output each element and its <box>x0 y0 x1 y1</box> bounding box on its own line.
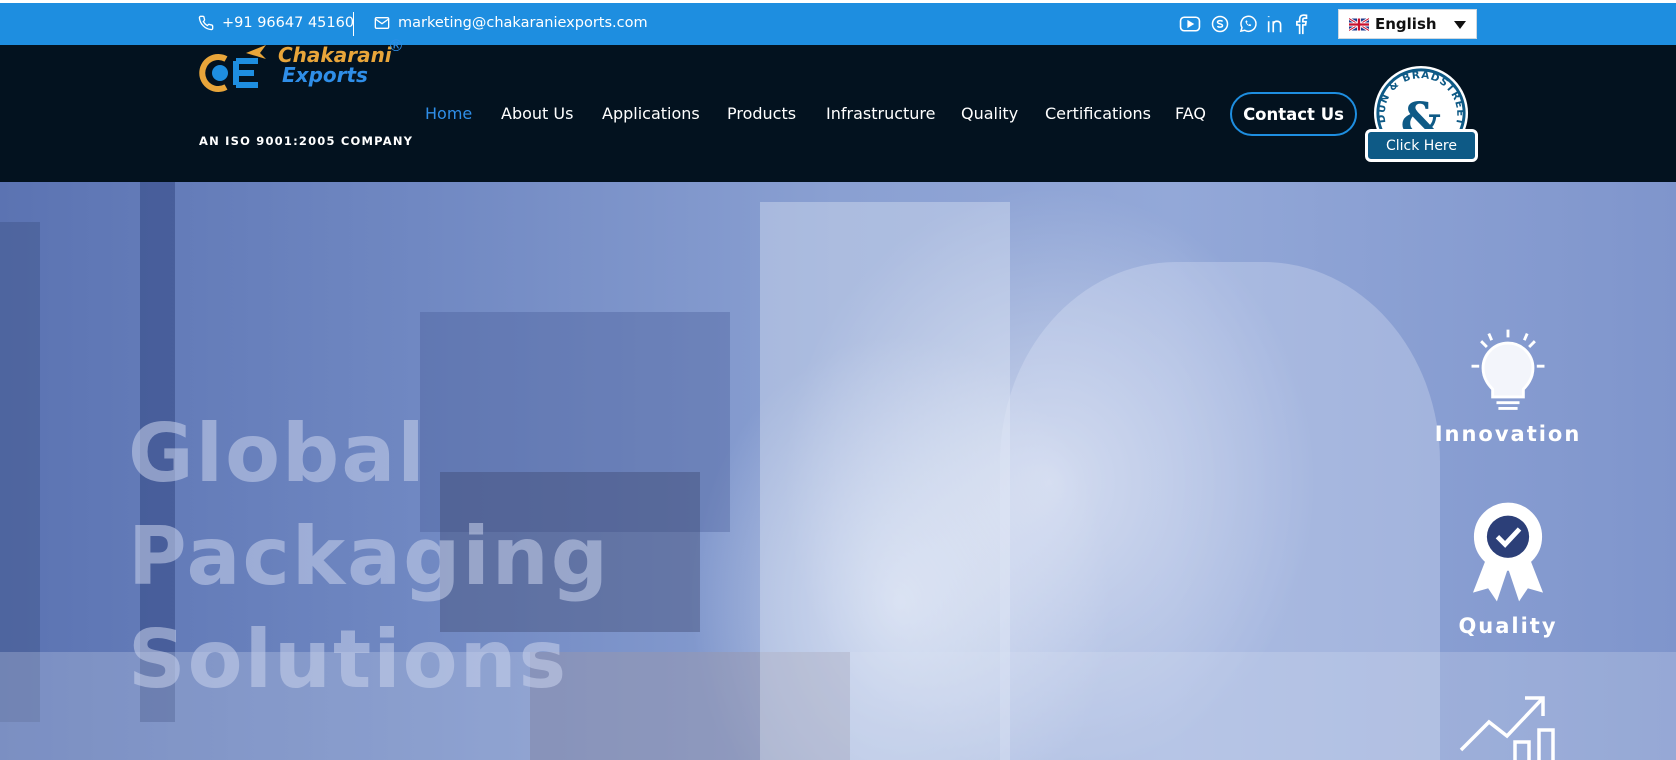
registered-mark: ® <box>388 36 404 55</box>
hero-title-line: Packaging <box>128 510 610 603</box>
whatsapp-icon <box>1239 15 1257 33</box>
youtube-icon <box>1179 16 1201 32</box>
language-label: English <box>1375 15 1437 33</box>
whatsapp-link[interactable] <box>1237 13 1259 35</box>
nav-products[interactable]: Products <box>727 104 796 123</box>
hero-bg-shape <box>0 222 40 722</box>
hero-banner: Global Packaging Solutions Innovation Qu… <box>0 182 1676 760</box>
growth-chart-icon <box>1459 696 1555 760</box>
site-logo[interactable]: Chakarani Exports ® <box>196 36 406 107</box>
nav-quality[interactable]: Quality <box>961 104 1018 123</box>
linkedin-icon <box>1267 16 1282 33</box>
facebook-link[interactable] <box>1290 13 1312 35</box>
lightbulb-icon <box>1471 329 1545 410</box>
linkedin-link[interactable] <box>1265 13 1287 35</box>
logo-tagline: AN ISO 9001:2005 COMPANY <box>199 134 414 148</box>
youtube-link[interactable] <box>1179 13 1201 35</box>
hero-title: Global Packaging Solutions <box>128 402 610 711</box>
contact-us-button[interactable]: Contact Us <box>1230 92 1357 136</box>
email-link[interactable]: marketing@chakaraniexports.com <box>374 15 648 31</box>
nav-about-us[interactable]: About Us <box>501 104 573 123</box>
quality-badge-icon <box>1472 502 1544 602</box>
facebook-icon <box>1296 14 1308 35</box>
feature-label: Innovation <box>1434 422 1582 446</box>
phone-icon <box>198 15 214 31</box>
feature-label: Quality <box>1458 614 1558 638</box>
chevron-down-icon <box>1454 21 1466 29</box>
hero-title-line: Global <box>128 407 427 500</box>
hero-title-line: Solutions <box>128 613 569 706</box>
feature-innovation: Innovation <box>1428 322 1588 446</box>
mail-icon <box>374 17 390 29</box>
logo-emblem-icon <box>199 45 266 92</box>
logo-name-line1: Chakarani <box>278 43 392 67</box>
uk-flag-icon <box>1349 17 1369 31</box>
logo-name-line2: Exports <box>282 63 368 87</box>
nav-certifications[interactable]: Certifications <box>1045 104 1151 123</box>
nav-applications[interactable]: Applications <box>602 104 700 123</box>
phone-number: +91 96647 45160 <box>222 15 355 31</box>
feature-growth <box>1428 680 1588 760</box>
nav-home[interactable]: Home <box>425 104 472 123</box>
language-select[interactable]: English <box>1338 9 1477 39</box>
topbar-divider <box>353 12 354 36</box>
skype-icon <box>1211 15 1229 33</box>
dnb-click-here-button[interactable]: Click Here <box>1365 129 1478 162</box>
nav-infrastructure[interactable]: Infrastructure <box>826 104 935 123</box>
nav-faq[interactable]: FAQ <box>1175 104 1206 123</box>
email-address: marketing@chakaraniexports.com <box>398 15 648 31</box>
skype-link[interactable] <box>1209 13 1231 35</box>
feature-quality: Quality <box>1428 498 1588 638</box>
phone-link[interactable]: +91 96647 45160 <box>198 15 354 31</box>
